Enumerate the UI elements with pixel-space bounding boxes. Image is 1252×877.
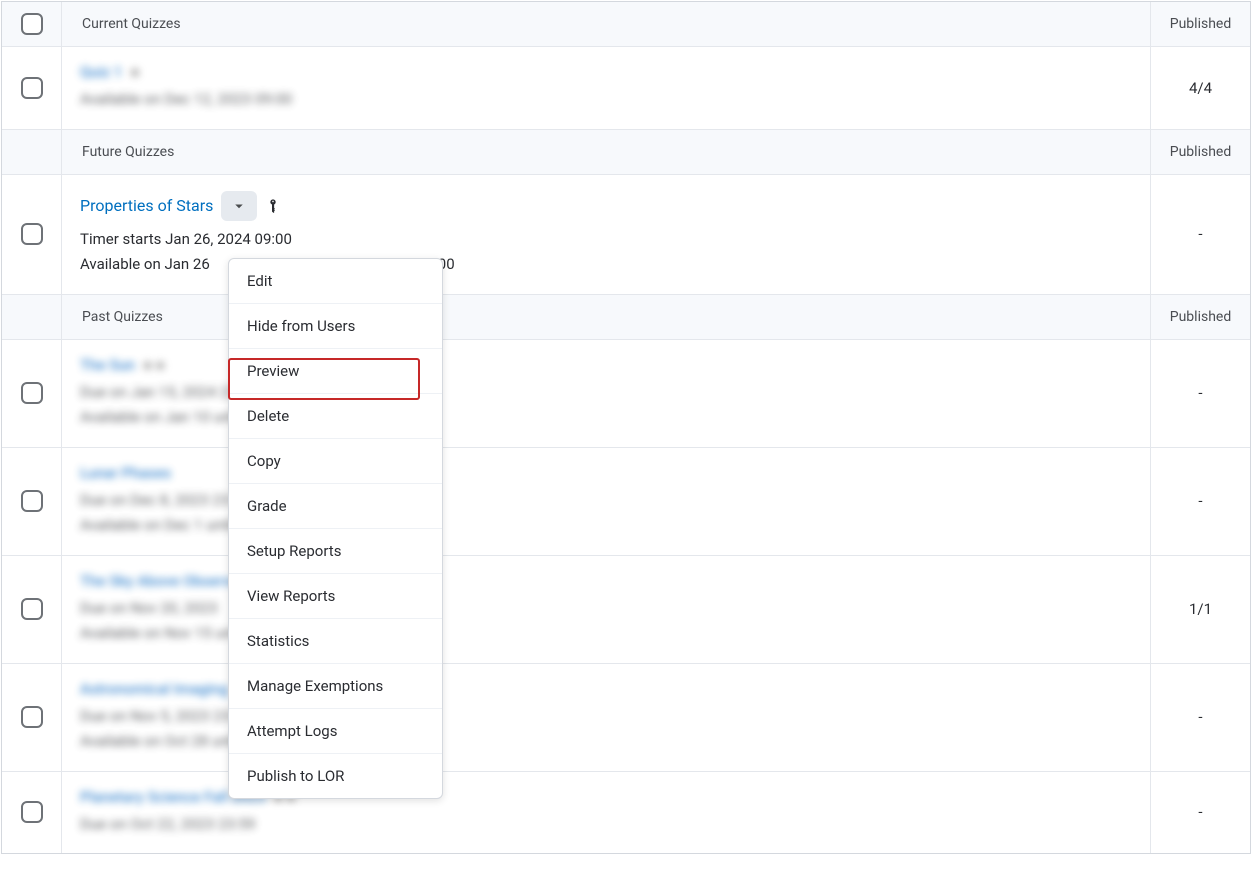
quiz-link[interactable]: The Sun bbox=[80, 356, 135, 374]
quiz-checkbox[interactable] bbox=[21, 706, 43, 728]
quiz-row: The Sun ■ ■ Due on Jan 15, 2024 23:59 Av… bbox=[2, 340, 1250, 448]
chevron-down-icon bbox=[230, 197, 248, 215]
menu-item-delete[interactable]: Delete bbox=[229, 394, 442, 439]
section-header-past: Past Quizzes Published bbox=[2, 295, 1250, 340]
quiz-flag: ■ bbox=[130, 63, 139, 81]
quiz-checkbox[interactable] bbox=[21, 382, 43, 404]
section-header-future: Future Quizzes Published bbox=[2, 130, 1250, 175]
quiz-link[interactable]: Astronomical Imaging bbox=[80, 680, 228, 698]
quiz-checkbox[interactable] bbox=[21, 598, 43, 620]
quiz-checkbox[interactable] bbox=[21, 490, 43, 512]
quiz-actions-menu: Edit Hide from Users Preview Delete Copy… bbox=[228, 258, 443, 799]
section-status-header: Published bbox=[1150, 130, 1250, 174]
quiz-status: - bbox=[1150, 772, 1250, 854]
quiz-row: Planetary Science Fall 2023 ■ ■ Due on O… bbox=[2, 772, 1250, 854]
quiz-meta: Available on Dec 12, 2023 09:00 bbox=[80, 87, 1132, 113]
quiz-link[interactable]: The Sky Above Observer bbox=[80, 572, 244, 590]
quiz-checkbox[interactable] bbox=[21, 77, 43, 99]
quiz-timer-start: Timer starts Jan 26, 2024 09:00 bbox=[80, 227, 1132, 253]
menu-item-hide-from-users[interactable]: Hide from Users bbox=[229, 304, 442, 349]
quiz-row: The Sky Above Observer Due on Nov 20, 20… bbox=[2, 556, 1250, 664]
checkbox-cell bbox=[2, 2, 62, 46]
section-title: Past Quizzes bbox=[62, 295, 1150, 339]
quiz-meta: Due on Oct 22, 2023 23:59 bbox=[80, 812, 1132, 838]
quiz-status: 4/4 bbox=[1150, 47, 1250, 129]
key-icon bbox=[265, 197, 281, 215]
menu-item-statistics[interactable]: Statistics bbox=[229, 619, 442, 664]
quiz-status: - bbox=[1150, 340, 1250, 447]
quiz-link[interactable]: Lunar Phases bbox=[80, 464, 171, 482]
select-all-current-checkbox[interactable] bbox=[21, 13, 43, 35]
menu-item-grade[interactable]: Grade bbox=[229, 484, 442, 529]
section-header-current: Current Quizzes Published bbox=[2, 2, 1250, 47]
quiz-link[interactable]: Properties of Stars bbox=[80, 196, 213, 215]
quiz-actions-dropdown-button[interactable] bbox=[221, 191, 257, 221]
quiz-row: Astronomical Imaging Due on Nov 5, 2023 … bbox=[2, 664, 1250, 772]
quiz-row: Quiz 1 ■ Available on Dec 12, 2023 09:00… bbox=[2, 47, 1250, 130]
menu-item-edit[interactable]: Edit bbox=[229, 259, 442, 304]
quiz-status: - bbox=[1150, 664, 1250, 771]
menu-item-view-reports[interactable]: View Reports bbox=[229, 574, 442, 619]
menu-item-setup-reports[interactable]: Setup Reports bbox=[229, 529, 442, 574]
section-status-header: Published bbox=[1150, 295, 1250, 339]
menu-list[interactable]: Edit Hide from Users Preview Delete Copy… bbox=[229, 259, 442, 798]
quiz-checkbox[interactable] bbox=[21, 801, 43, 823]
menu-item-attempt-logs[interactable]: Attempt Logs bbox=[229, 709, 442, 754]
quiz-status: 1/1 bbox=[1150, 556, 1250, 663]
quiz-status: - bbox=[1150, 448, 1250, 555]
quiz-checkbox[interactable] bbox=[21, 223, 43, 245]
quiz-link[interactable]: Quiz 1 bbox=[80, 63, 122, 81]
section-title: Current Quizzes bbox=[62, 2, 1150, 46]
section-status-header: Published bbox=[1150, 2, 1250, 46]
section-title: Future Quizzes bbox=[62, 130, 1150, 174]
menu-item-manage-exemptions[interactable]: Manage Exemptions bbox=[229, 664, 442, 709]
menu-item-publish-to-lor[interactable]: Publish to LOR bbox=[229, 754, 442, 798]
quiz-row: Lunar Phases Due on Dec 8, 2023 23:59 Av… bbox=[2, 448, 1250, 556]
quiz-list-panel: Current Quizzes Published Quiz 1 ■ Avail… bbox=[1, 1, 1251, 854]
menu-item-copy[interactable]: Copy bbox=[229, 439, 442, 484]
quiz-row-properties-of-stars: Properties of Stars Timer starts Jan 26,… bbox=[2, 175, 1250, 295]
menu-item-preview[interactable]: Preview bbox=[229, 349, 442, 394]
quiz-status: - bbox=[1150, 175, 1250, 294]
